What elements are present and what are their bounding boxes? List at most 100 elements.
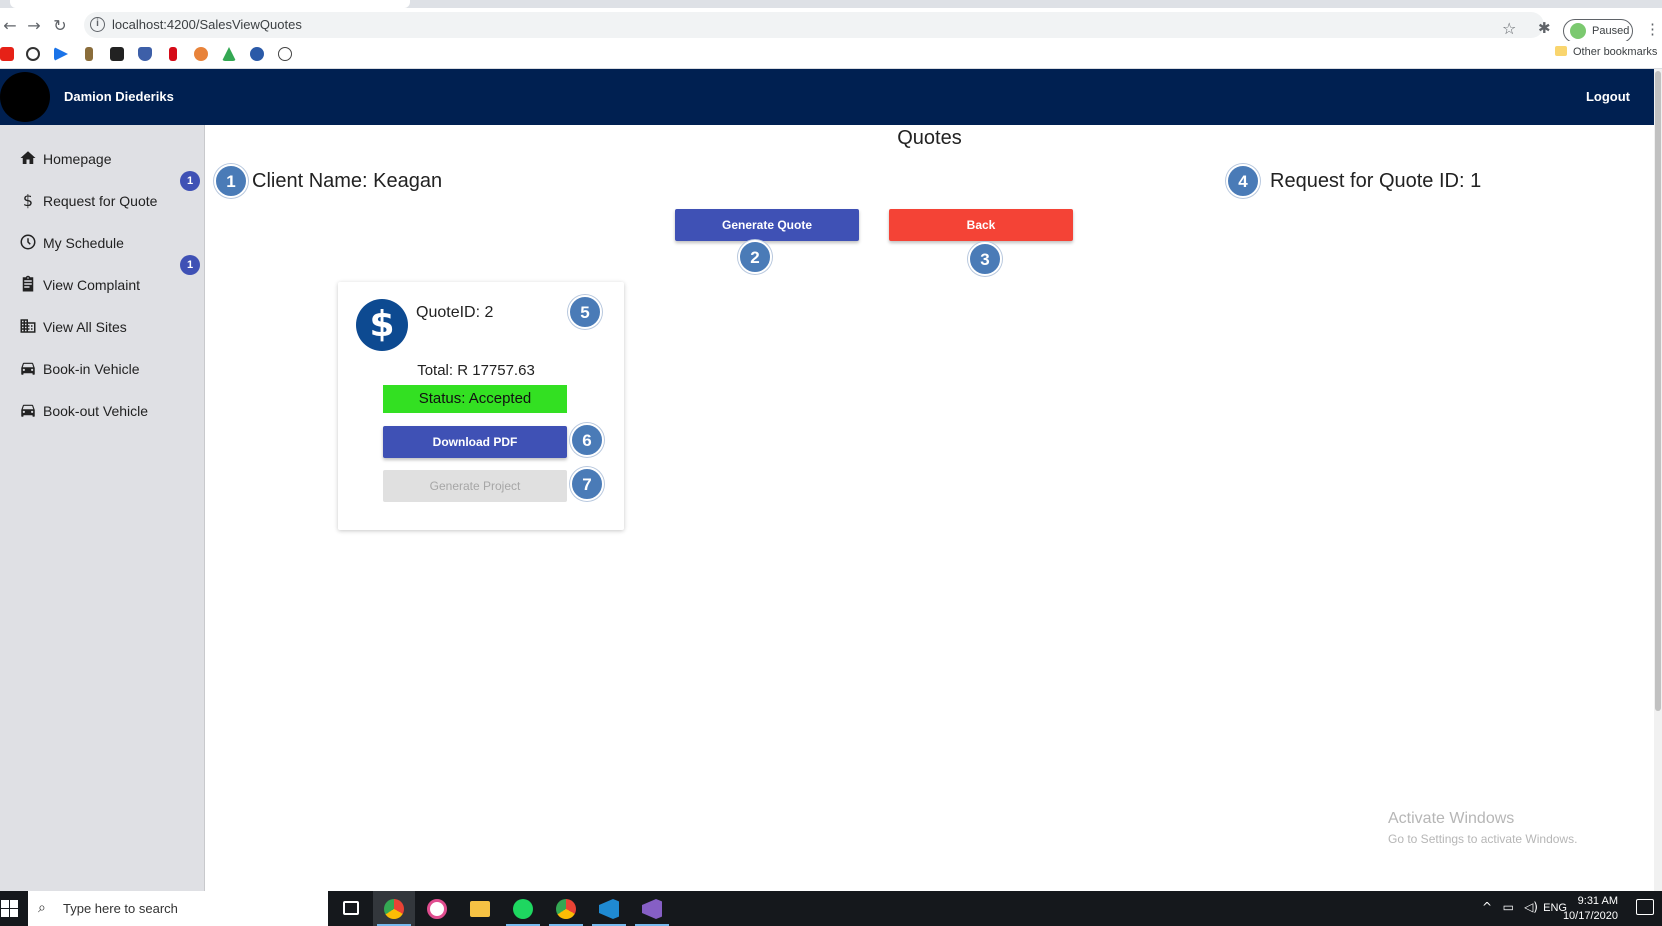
generate-project-button: Generate Project [383,470,567,502]
clock[interactable]: 9:31 AM 10/17/2020 [1563,894,1618,924]
url-text[interactable]: localhost:4200/SalesViewQuotes [112,17,302,32]
sidebar-item-label: Book-in Vehicle [43,361,140,377]
file-explorer-icon[interactable] [459,891,501,926]
sidebar-item-view-complaint[interactable]: View Complaint [18,273,198,297]
notification-center-icon[interactable] [1636,899,1654,915]
shield-bookmark-icon[interactable] [138,47,152,61]
scrollbar-thumb[interactable] [1655,71,1661,711]
sidebar-item-book-out-vehicle[interactable]: Book-out Vehicle [18,399,198,423]
browser-menu-icon[interactable]: ⋮ [1645,20,1660,38]
page-scrollbar[interactable] [1654,69,1662,891]
folder-icon [1555,46,1567,56]
activate-windows-title: Activate Windows [1388,810,1515,827]
car-icon [18,401,38,421]
drive-bookmark-icon[interactable] [222,47,236,61]
vscode-taskbar-icon[interactable] [588,891,630,926]
youtube-bookmark-icon[interactable] [0,47,14,61]
profile-status: Paused [1592,25,1630,37]
step-marker-1: 1 [214,164,248,198]
browser-toolbar: ← → ↻ i localhost:4200/SalesViewQuotes ☆… [0,8,1662,43]
building-icon [18,317,38,337]
chrome-taskbar-icon[interactable] [373,891,415,926]
sidebar-item-book-in-vehicle[interactable]: Book-in Vehicle [18,357,198,381]
step-marker-6: 6 [570,423,604,457]
forward-arrow-icon[interactable]: → [24,16,44,36]
visual-studio-taskbar-icon[interactable] [631,891,673,926]
quote-id: QuoteID: 2 [416,304,494,321]
search-icon: ⌕ [38,900,46,916]
logout-button[interactable]: Logout [1586,89,1630,104]
reload-icon[interactable]: ↻ [50,16,70,36]
status-badge: Status: Accepted [383,385,567,413]
bookmark-icon-11[interactable] [278,47,292,61]
car-icon [18,359,38,379]
itunes-taskbar-icon[interactable] [416,891,458,926]
sidebar-item-label: View Complaint [43,277,141,293]
back-arrow-icon[interactable]: ← [0,16,20,36]
step-marker-3: 3 [968,242,1002,276]
active-tab[interactable] [10,0,410,8]
avatar[interactable] [0,72,50,122]
notification-badge: 1 [180,171,200,191]
other-bookmarks-label: Other bookmarks [1573,46,1658,58]
chevron-up-icon[interactable]: ^ [1482,900,1492,914]
sidebar-item-label: Homepage [43,151,112,167]
step-marker-4: 4 [1226,164,1260,198]
bookmark-icon-4[interactable] [85,47,93,61]
speedometer-bookmark-icon[interactable] [26,47,40,61]
bookmark-star-icon[interactable]: ☆ [1502,19,1516,38]
taskbar-search[interactable]: ⌕ Type here to search [28,891,328,926]
sidebar-item-label: Book-out Vehicle [43,403,149,419]
app-header: Damion Diederiks Logout [0,69,1654,125]
extensions-icon[interactable]: ✱ [1538,19,1551,37]
other-bookmarks[interactable]: Other bookmarks [1555,46,1657,58]
play-bookmark-icon[interactable] [54,47,68,61]
back-button[interactable]: Back [889,209,1073,241]
network-icon[interactable]: ▭ [1503,900,1514,914]
step-marker-7: 7 [570,467,604,501]
step-marker-5: 5 [568,295,602,329]
bookmarks-bar: Other bookmarks [0,41,1662,69]
quote-total: Total: R 17757.63 [417,362,535,379]
home-icon [18,149,38,169]
generate-quote-button[interactable]: Generate Quote [675,209,859,241]
profile-button[interactable]: Paused [1563,19,1633,43]
client-name: Client Name: Keagan [252,170,443,192]
profile-avatar-icon [1570,23,1586,39]
bookmark-icon-10[interactable] [250,47,264,61]
dollar-icon: $ [356,299,408,351]
browser-tab-strip [0,0,1662,8]
username: Damion Diederiks [64,89,174,104]
volume-icon[interactable]: ◁) [1524,900,1538,914]
address-bar[interactable]: i localhost:4200/SalesViewQuotes [84,12,1544,38]
download-pdf-button[interactable]: Download PDF [383,426,567,458]
page-title: Quotes [897,127,962,149]
task-view-icon[interactable] [330,891,372,926]
sidebar-item-label: View All Sites [43,319,127,335]
clipboard-icon [18,275,38,295]
request-for-quote-id: Request for Quote ID: 1 [1270,170,1482,192]
info-icon[interactable]: i [90,17,105,32]
sidebar-item-my-schedule[interactable]: My Schedule [18,231,198,255]
clock-date: 10/17/2020 [1562,910,1618,922]
sidebar-item-label: My Schedule [43,235,124,251]
windows-start-icon[interactable] [0,899,20,919]
clock-icon [18,233,38,253]
sidebar-item-label: Request for Quote [43,193,158,209]
spotify-taskbar-icon[interactable] [502,891,544,926]
dollar-icon: $ [22,191,34,210]
notification-badge: 1 [180,255,200,275]
sidebar: Homepage $ Request for Quote My Schedule… [0,125,205,891]
netflix-bookmark-icon[interactable] [169,47,177,61]
chrome-profile-taskbar-icon[interactable] [545,891,587,926]
taskbar-search-placeholder: Type here to search [63,901,178,916]
bookmark-icon-8[interactable] [194,47,208,61]
sidebar-item-view-all-sites[interactable]: View All Sites [18,315,198,339]
taskbar: ⌕ Type here to search ^ ▭ ◁) ENG 9:31 AM… [0,891,1662,926]
step-marker-2: 2 [738,240,772,274]
sidebar-item-request-for-quote[interactable]: $ Request for Quote [18,189,198,213]
system-tray: ^ ▭ ◁) ENG 9:31 AM 10/17/2020 [1362,891,1662,926]
sidebar-item-homepage[interactable]: Homepage [18,147,198,171]
activate-windows-subtitle: Go to Settings to activate Windows. [1388,832,1578,846]
bookmark-icon-5[interactable] [110,47,124,61]
